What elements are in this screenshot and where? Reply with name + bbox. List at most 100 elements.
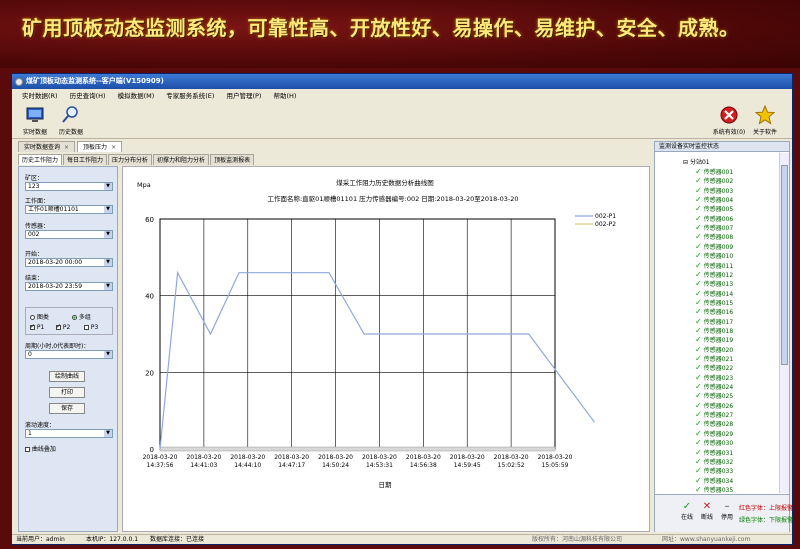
- tree-item-sensor[interactable]: ✓ 传感器005: [695, 204, 733, 213]
- device-tree: ⊟ 分站01 ✓ 传感器001 ✓ 传感器002 ✓ 传感器003 ✓ 传感器004 ✓ 传感器0…: [655, 153, 779, 493]
- tree-item-sensor[interactable]: ✓ 传感器001: [695, 167, 733, 176]
- legend-red-text: 红色字体：上限报警: [739, 505, 794, 512]
- tree-item-sensor[interactable]: ✓ 传感器030: [695, 438, 733, 447]
- check-p3[interactable]: P3: [84, 324, 98, 331]
- tree-item-sensor[interactable]: ✓ 传感器026: [695, 401, 733, 410]
- sensor-select[interactable]: 002 ▼: [25, 230, 113, 239]
- tree-item-sensor[interactable]: ✓ 传感器002: [695, 176, 733, 185]
- chevron-down-icon[interactable]: ▼: [104, 259, 112, 266]
- device-panel-title: 监测设备实时监控状态: [655, 142, 789, 152]
- tree-item-sensor[interactable]: ✓ 传感器011: [695, 261, 733, 270]
- tree-item-sensor[interactable]: ✓ 传感器017: [695, 317, 733, 326]
- tab-pressure-distribution[interactable]: 压力分布分析: [108, 154, 153, 165]
- period-label: 周期(小时,0代表即时)：: [25, 343, 90, 350]
- tree-item-sensor[interactable]: ✓ 传感器021: [695, 354, 733, 363]
- speed-select[interactable]: 1 ▼: [25, 429, 113, 438]
- menu-item-2[interactable]: 模拟数据(M): [118, 90, 155, 102]
- tree-item-sensor[interactable]: ✓ 传感器008: [695, 232, 733, 241]
- tab-roof-report[interactable]: 顶板监测报表: [210, 154, 255, 165]
- option-multi[interactable]: 多组: [72, 312, 91, 321]
- toolbar: 实时数据 历史数据 系统有效(0) 关于软件: [12, 103, 792, 139]
- status-legend: ✓ 在线 ✕ 断线 – 停用 红色字体：上限报警 绿色字体：下限报警: [655, 494, 793, 532]
- tab-close-icon[interactable]: ×: [111, 144, 116, 151]
- tree-item-sensor[interactable]: ✓ 传感器035: [695, 485, 733, 493]
- history-data-button[interactable]: 历史数据: [54, 105, 88, 137]
- menu-item-1[interactable]: 历史查询(H): [70, 90, 106, 102]
- tree-item-sensor[interactable]: ✓ 传感器023: [695, 373, 733, 382]
- x-tick-label: 2018-03-20 14:56:38: [406, 454, 441, 469]
- about-button[interactable]: 关于软件: [748, 105, 782, 137]
- tree-item-sensor[interactable]: ✓ 传感器018: [695, 326, 733, 335]
- tree-item-sensor[interactable]: ✓ 传感器025: [695, 391, 733, 400]
- tree-item-sensor[interactable]: ✓ 传感器033: [695, 466, 733, 475]
- tree-item-sensor[interactable]: ✓ 传感器031: [695, 448, 733, 457]
- tree-item-sensor[interactable]: ✓ 传感器020: [695, 345, 733, 354]
- menu-item-0[interactable]: 实时数据(R): [22, 90, 58, 102]
- tree-item-sensor[interactable]: ✓ 传感器024: [695, 382, 733, 391]
- sensor-label: 传感器：: [25, 223, 50, 230]
- tree-item-sensor[interactable]: ✓ 传感器027: [695, 410, 733, 419]
- exit-system-button[interactable]: 系统有效(0): [712, 105, 746, 137]
- print-button[interactable]: 打印: [49, 387, 85, 398]
- check-icon: ✓: [695, 410, 702, 420]
- chevron-down-icon[interactable]: ▼: [104, 351, 112, 358]
- scrollbar-thumb[interactable]: [781, 165, 788, 365]
- option-single[interactable]: 图类: [30, 312, 49, 321]
- tree-item-sensor[interactable]: ✓ 传感器014: [695, 289, 733, 298]
- period-select[interactable]: 0 ▼: [25, 350, 113, 359]
- realtime-data-button[interactable]: 实时数据: [18, 105, 52, 137]
- tree-item-sensor[interactable]: ✓ 传感器022: [695, 363, 733, 372]
- tab-setting-load-analysis[interactable]: 初撑力和阻力分析: [153, 154, 210, 165]
- checkbox-icon: [84, 325, 89, 330]
- tree-item-sensor[interactable]: ✓ 传感器012: [695, 270, 733, 279]
- chevron-down-icon[interactable]: ▼: [104, 231, 112, 238]
- tab-roof-pressure[interactable]: 顶板压力 ×: [77, 141, 123, 152]
- tree-item-sensor[interactable]: ✓ 传感器006: [695, 214, 733, 223]
- draw-curve-button[interactable]: 绘制曲线: [49, 371, 85, 382]
- tree-item-sensor[interactable]: ✓ 传感器032: [695, 457, 733, 466]
- star-icon: [755, 105, 775, 125]
- check-icon: ✓: [695, 344, 702, 354]
- save-button[interactable]: 保存: [49, 403, 85, 414]
- tree-item-sensor[interactable]: ✓ 传感器013: [695, 279, 733, 288]
- tree-item-sensor[interactable]: ✓ 传感器034: [695, 476, 733, 485]
- tab-close-icon[interactable]: ×: [64, 144, 69, 151]
- end-datetime[interactable]: 2018-03-20 23:59 ▼: [25, 282, 113, 291]
- menu-item-3[interactable]: 专家服务系统(E): [166, 90, 214, 102]
- tree-item-sensor[interactable]: ✓ 传感器007: [695, 223, 733, 232]
- tree-item-sensor[interactable]: ✓ 传感器009: [695, 242, 733, 251]
- menu-item-4[interactable]: 用户管理(P): [226, 90, 261, 102]
- face-select[interactable]: 工作01顺槽01101 ▼: [25, 205, 113, 214]
- checkbox-icon: [30, 323, 35, 330]
- tree-item-sensor[interactable]: ✓ 传感器029: [695, 429, 733, 438]
- chart-scrollbar[interactable]: [159, 446, 556, 452]
- radio-icon: [30, 315, 35, 320]
- chevron-down-icon[interactable]: ▼: [104, 183, 112, 190]
- tree-root-station[interactable]: ⊟ 分站01: [683, 157, 710, 166]
- chevron-down-icon[interactable]: ▼: [104, 206, 112, 213]
- check-p1[interactable]: P1: [30, 323, 44, 331]
- tab-history-resistance[interactable]: 历史工作阻力: [18, 154, 63, 165]
- tree-item-sensor[interactable]: ✓ 传感器015: [695, 298, 733, 307]
- tree-item-sensor[interactable]: ✓ 传感器004: [695, 195, 733, 204]
- check-icon: ✓: [695, 232, 702, 242]
- tab-realtime-query[interactable]: 实时数据查询 ×: [18, 141, 76, 152]
- chevron-down-icon[interactable]: ▼: [104, 430, 112, 437]
- tree-item-sensor[interactable]: ✓ 传感器019: [695, 335, 733, 344]
- app-icon: [15, 78, 23, 86]
- tree-item-sensor[interactable]: ✓ 传感器003: [695, 186, 733, 195]
- start-datetime[interactable]: 2018-03-20 00:00 ▼: [25, 258, 113, 267]
- tab-daily-resistance[interactable]: 每日工作阻力: [63, 154, 108, 165]
- tree-item-sensor[interactable]: ✓ 传感器028: [695, 419, 733, 428]
- menu-item-5[interactable]: 帮助(H): [273, 90, 296, 102]
- checkbox-icon: [25, 447, 30, 452]
- check-icon: ✓: [695, 307, 702, 317]
- tree-item-sensor[interactable]: ✓ 传感器016: [695, 307, 733, 316]
- check-p2[interactable]: P2: [56, 323, 70, 331]
- overlay-checkbox[interactable]: 曲线叠加: [25, 444, 56, 453]
- mine-select[interactable]: 123 ▼: [25, 182, 113, 191]
- chevron-down-icon[interactable]: ▼: [104, 283, 112, 290]
- tree-scrollbar[interactable]: [779, 153, 789, 493]
- check-icon: ✓: [695, 176, 702, 186]
- tree-item-sensor[interactable]: ✓ 传感器010: [695, 251, 733, 260]
